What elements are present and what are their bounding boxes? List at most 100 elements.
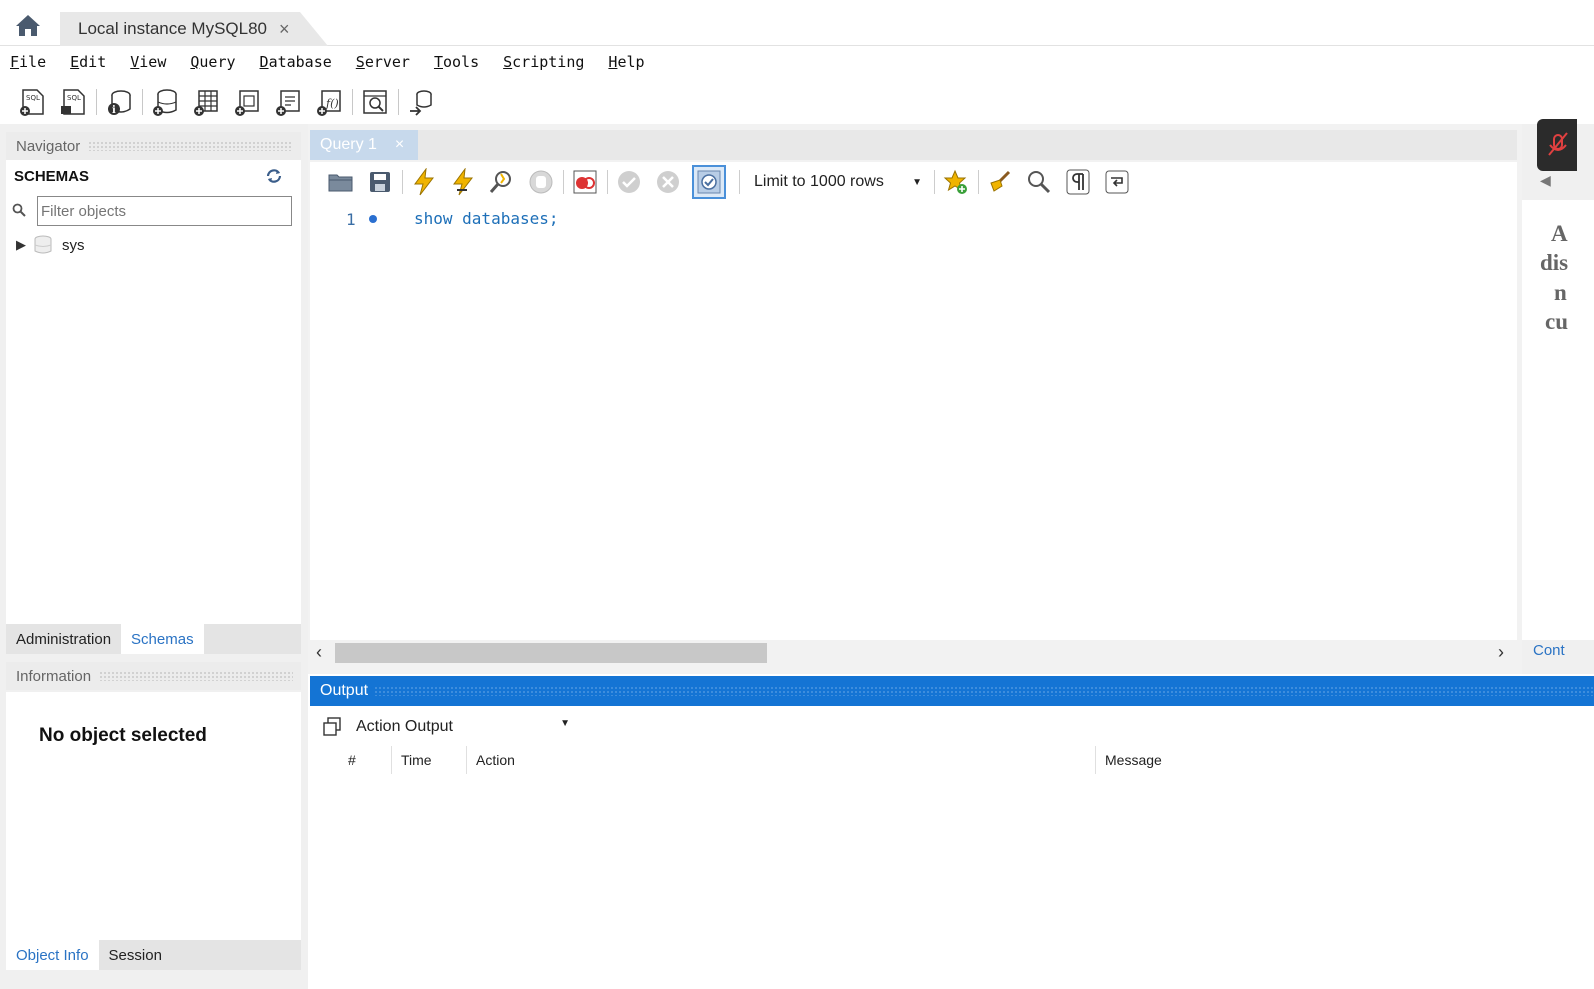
menu-file[interactable]: File	[10, 53, 46, 71]
menu-query[interactable]: Query	[190, 53, 235, 71]
svg-text:i: i	[112, 105, 116, 116]
execute-lightning-icon[interactable]	[409, 167, 439, 197]
save-icon[interactable]	[365, 167, 395, 197]
toolbar-separator	[402, 170, 403, 194]
tab-schemas[interactable]: Schemas	[121, 624, 204, 654]
toolbar-separator	[934, 170, 935, 194]
copy-icon[interactable]	[322, 717, 342, 737]
inspector-icon[interactable]: i	[103, 86, 135, 118]
query-tab-bar	[310, 130, 1517, 160]
scroll-left-icon[interactable]: ‹	[316, 642, 322, 663]
column-divider[interactable]	[1095, 746, 1096, 774]
search-table-data-icon[interactable]	[359, 86, 391, 118]
menu-edit[interactable]: Edit	[70, 53, 106, 71]
menu-view[interactable]: View	[130, 53, 166, 71]
scrollbar-thumb[interactable]	[335, 643, 767, 663]
create-schema-icon[interactable]	[149, 86, 181, 118]
limit-rows-value: Limit to 1000 rows	[754, 173, 884, 190]
schema-tree-item-sys[interactable]: ▶ sys	[16, 235, 85, 255]
create-view-icon[interactable]	[231, 86, 263, 118]
refresh-icon[interactable]	[264, 168, 284, 186]
commit-icon[interactable]	[614, 167, 644, 197]
output-title: Output	[320, 682, 369, 699]
toolbar-separator	[739, 170, 740, 194]
beautify-broom-icon[interactable]	[985, 167, 1015, 197]
close-icon[interactable]: ×	[395, 136, 404, 154]
menu-tools[interactable]: Tools	[434, 53, 479, 71]
create-table-icon[interactable]	[190, 86, 222, 118]
column-header-number[interactable]: #	[348, 752, 356, 768]
new-sql-tab-icon[interactable]: SQL	[16, 86, 48, 118]
instance-tab-strip: Local instance MySQL80 ×	[0, 0, 1594, 46]
close-icon[interactable]: ×	[279, 19, 290, 40]
output-table-header: # Time Action Message	[310, 746, 1594, 774]
tab-local-instance[interactable]: Local instance MySQL80 ×	[60, 12, 328, 46]
editor-horizontal-scrollbar[interactable]: ‹ ›	[310, 640, 1517, 666]
no-object-selected-text: No object selected	[39, 725, 207, 746]
tab-session[interactable]: Session	[98, 940, 172, 970]
header-grip	[374, 686, 1594, 696]
output-type-select[interactable]: Action Output ▼	[356, 718, 570, 736]
open-folder-icon[interactable]	[326, 167, 356, 197]
context-help-tab[interactable]: Cont	[1533, 642, 1565, 659]
column-header-action[interactable]: Action	[476, 752, 515, 768]
information-panel: No object selected	[6, 692, 301, 942]
statement-marker-icon	[369, 215, 377, 223]
scroll-right-icon[interactable]: ›	[1498, 642, 1504, 663]
create-procedure-icon[interactable]	[272, 86, 304, 118]
sql-code-line[interactable]: show databases;	[414, 209, 559, 228]
reconnect-icon[interactable]	[405, 86, 437, 118]
menu-scripting[interactable]: Scripting	[503, 53, 584, 71]
menu-database[interactable]: Database	[260, 53, 332, 71]
context-help-text-line: cu	[1545, 309, 1568, 334]
header-grip	[99, 671, 293, 681]
menu-server[interactable]: Server	[356, 53, 410, 71]
explain-magnifier-icon[interactable]	[487, 167, 517, 197]
toolbar-separator	[607, 170, 608, 194]
toolbar-separator	[398, 89, 399, 115]
add-snippet-star-icon[interactable]	[941, 167, 971, 197]
navigator-panel: SCHEMAS ▶ sys	[6, 160, 301, 626]
open-sql-script-icon[interactable]: SQL	[57, 86, 89, 118]
column-divider[interactable]	[466, 746, 467, 774]
toolbar-separator	[563, 170, 564, 194]
sql-editor[interactable]: 1 show databases;	[310, 202, 1517, 640]
column-header-time[interactable]: Time	[401, 752, 432, 768]
svg-text:f(): f()	[325, 97, 339, 110]
execute-statement-icon[interactable]	[448, 167, 478, 197]
mic-muted-icon	[1548, 132, 1568, 156]
toolbar-separator	[96, 89, 97, 115]
column-header-message[interactable]: Message	[1105, 752, 1162, 768]
expand-arrow-icon[interactable]: ▶	[16, 237, 26, 253]
svg-text:SQL: SQL	[67, 94, 81, 102]
create-function-icon[interactable]: f()	[313, 86, 345, 118]
information-header: Information	[6, 662, 301, 690]
output-type-value: Action Output	[356, 718, 453, 735]
stop-icon[interactable]	[526, 167, 556, 197]
tab-administration[interactable]: Administration	[6, 624, 122, 654]
autocommit-toggle-icon[interactable]	[692, 165, 726, 199]
mic-muted-button[interactable]	[1537, 119, 1577, 171]
svg-text:SQL: SQL	[26, 94, 40, 102]
invisible-chars-icon[interactable]	[1063, 167, 1093, 197]
stop-on-error-icon[interactable]	[570, 167, 600, 197]
toolbar-separator	[142, 89, 143, 115]
header-grip	[88, 141, 293, 151]
find-replace-icon[interactable]	[1024, 167, 1054, 197]
collapse-left-icon[interactable]: ◀	[1540, 172, 1551, 189]
tab-query-1-label: Query 1	[320, 136, 377, 153]
tab-object-info[interactable]: Object Info	[6, 940, 99, 970]
filter-objects-input-wrap	[37, 196, 292, 226]
query-toolbar: Limit to 1000 rows ▼	[310, 162, 1517, 202]
home-button[interactable]	[8, 10, 48, 40]
wrap-lines-icon[interactable]	[1102, 167, 1132, 197]
chevron-down-icon: ▼	[560, 718, 570, 729]
limit-rows-select[interactable]: Limit to 1000 rows ▼	[746, 168, 928, 196]
output-toolbar: Action Output ▼	[310, 708, 1594, 746]
menu-help[interactable]: Help	[608, 53, 644, 71]
filter-objects-input[interactable]	[41, 202, 291, 220]
tab-query-1[interactable]: Query 1 ×	[310, 130, 418, 160]
context-help-text-line: n	[1554, 280, 1567, 305]
rollback-icon[interactable]	[653, 167, 683, 197]
column-divider[interactable]	[391, 746, 392, 774]
